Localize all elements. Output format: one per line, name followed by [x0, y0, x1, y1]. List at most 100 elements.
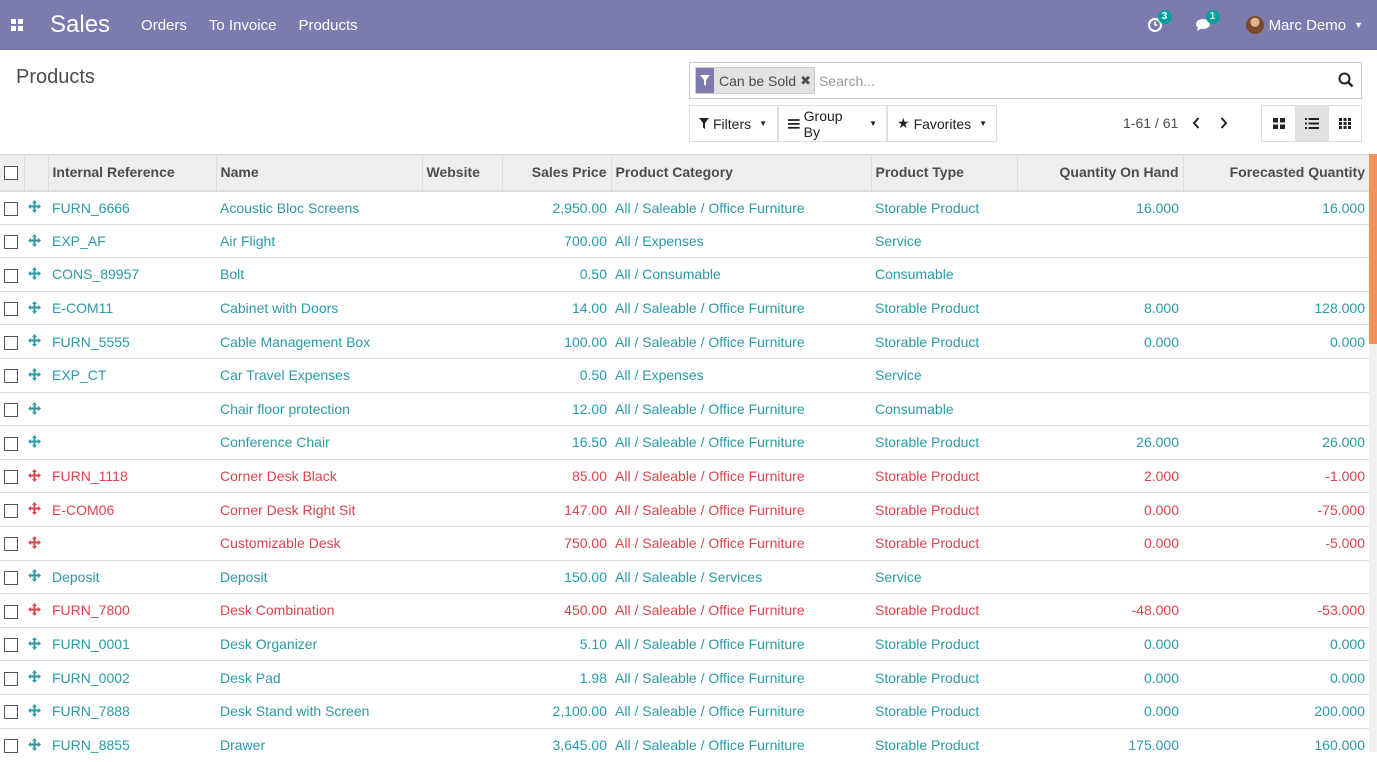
table-row[interactable]: E-COM06 Corner Desk Right Sit 147.00 All / …	[0, 492, 1369, 527]
cell-product-category[interactable]: All / Saleable / Office Furniture	[611, 728, 871, 762]
drag-handle-icon[interactable]	[28, 267, 41, 283]
cell-product-name[interactable]: Corner Desk Black	[216, 459, 422, 493]
cell-product-type[interactable]: Storable Product	[871, 594, 1017, 628]
cell-product-name[interactable]: Corner Desk Right Sit	[216, 493, 422, 527]
cell-product-category[interactable]: All / Saleable / Office Furniture	[611, 459, 871, 493]
cell-quantity-on-hand[interactable]	[1017, 392, 1183, 426]
row-checkbox[interactable]	[4, 671, 18, 686]
cell-forecasted-quantity[interactable]: 16.000	[1183, 191, 1369, 225]
cell-quantity-on-hand[interactable]: 175.000	[1017, 728, 1183, 762]
row-checkbox[interactable]	[4, 302, 18, 317]
messaging-button[interactable]: 1	[1195, 10, 1220, 32]
cell-sales-price[interactable]: 16.50	[502, 426, 611, 460]
drag-handle-icon[interactable]	[28, 468, 41, 485]
drag-handle-icon[interactable]	[28, 737, 41, 754]
app-brand[interactable]: Sales	[50, 11, 110, 39]
cell-website[interactable]	[422, 526, 502, 560]
cell-product-category[interactable]: All / Saleable / Office Furniture	[611, 694, 871, 728]
cell-internal-reference[interactable]: CONS_89957	[48, 258, 216, 292]
cell-forecasted-quantity[interactable]	[1183, 224, 1369, 258]
cell-internal-reference[interactable]: FURN_0002	[48, 661, 216, 695]
activity-button[interactable]: 3	[1147, 10, 1172, 32]
table-row[interactable]: FURN_0002 Desk Pad 1.98 All / Saleable / Of…	[0, 660, 1369, 695]
drag-handle-icon[interactable]	[28, 603, 41, 619]
cell-website[interactable]	[422, 358, 502, 392]
cell-website[interactable]	[422, 594, 502, 628]
cell-website[interactable]	[422, 627, 502, 661]
row-checkbox[interactable]	[4, 335, 18, 350]
cell-internal-reference[interactable]: FURN_0001	[48, 627, 216, 661]
search-input[interactable]	[816, 66, 1317, 95]
cell-quantity-on-hand[interactable]: 0.000	[1017, 325, 1183, 359]
cell-product-category[interactable]: All / Saleable / Office Furniture	[611, 191, 871, 225]
row-checkbox[interactable]	[4, 436, 18, 451]
cell-internal-reference[interactable]: FURN_8855	[48, 728, 216, 762]
row-checkbox[interactable]	[4, 268, 18, 283]
cell-internal-reference[interactable]	[48, 426, 216, 460]
cell-quantity-on-hand[interactable]	[1017, 224, 1183, 258]
cell-product-type[interactable]: Storable Product	[871, 459, 1017, 493]
table-row[interactable]: Chair floor protection 12.00 All / Saleabl…	[0, 392, 1369, 426]
cell-sales-price[interactable]: 2,100.00	[502, 694, 611, 728]
row-checkbox[interactable]	[4, 503, 18, 518]
cell-website[interactable]	[422, 560, 502, 594]
cell-forecasted-quantity[interactable]: 0.000	[1183, 325, 1369, 359]
cell-product-category[interactable]: All / Saleable / Office Furniture	[611, 426, 871, 460]
table-row[interactable]: CONS_89957 Bolt 0.50 All / Consumable Consum…	[0, 257, 1369, 292]
table-row[interactable]: Deposit Deposit 150.00 All / Saleable / Ser…	[0, 560, 1369, 594]
pager-next-icon[interactable]	[1220, 117, 1228, 129]
cell-sales-price[interactable]: 450.00	[502, 594, 611, 628]
cell-sales-price[interactable]: 2,950.00	[502, 191, 611, 225]
scrollbar-thumb[interactable]	[1369, 154, 1377, 344]
table-row[interactable]: Conference Chair 16.50 All / Saleable / Of…	[0, 425, 1369, 460]
cell-quantity-on-hand[interactable]: 0.000	[1017, 694, 1183, 728]
cell-internal-reference[interactable]	[48, 392, 216, 426]
cell-product-category[interactable]: All / Saleable / Office Furniture	[611, 661, 871, 695]
row-checkbox[interactable]	[4, 369, 18, 384]
cell-product-category[interactable]: All / Saleable / Office Furniture	[611, 325, 871, 359]
table-row[interactable]: FURN_7800 Desk Combination 450.00 All / Sal…	[0, 593, 1369, 628]
cell-website[interactable]	[422, 325, 502, 359]
cell-product-type[interactable]: Storable Product	[871, 493, 1017, 527]
cell-website[interactable]	[422, 392, 502, 426]
cell-product-type[interactable]: Storable Product	[871, 325, 1017, 359]
table-row[interactable]: FURN_1118 Corner Desk Black 85.00 All / Sal…	[0, 459, 1369, 493]
column-header-quantity-on-hand[interactable]: Quantity On Hand	[1016, 154, 1183, 192]
drag-handle-icon[interactable]	[28, 367, 41, 384]
cell-product-category[interactable]: All / Saleable / Office Furniture	[611, 291, 871, 325]
cell-product-type[interactable]: Storable Product	[871, 694, 1017, 728]
cell-product-type[interactable]: Consumable	[871, 392, 1017, 426]
cell-product-category[interactable]: All / Saleable / Office Furniture	[611, 392, 871, 426]
cell-product-type[interactable]: Storable Product	[871, 426, 1017, 460]
cell-quantity-on-hand[interactable]: 0.000	[1017, 661, 1183, 695]
cell-sales-price[interactable]: 0.50	[502, 358, 611, 392]
grid-view-icon[interactable]	[1328, 106, 1361, 141]
cell-product-category[interactable]: All / Saleable / Office Furniture	[611, 493, 871, 527]
row-checkbox[interactable]	[4, 638, 18, 653]
cell-product-category[interactable]: All / Expenses	[611, 358, 871, 392]
cell-forecasted-quantity[interactable]: 26.000	[1183, 426, 1369, 460]
groupby-button[interactable]: Group By ▼	[778, 105, 887, 142]
pager-previous-icon[interactable]	[1192, 117, 1200, 129]
cell-quantity-on-hand[interactable]	[1017, 358, 1183, 392]
cell-product-name[interactable]: Cabinet with Doors	[216, 291, 422, 325]
cell-website[interactable]	[422, 493, 502, 527]
drag-handle-icon[interactable]	[28, 502, 41, 518]
cell-website[interactable]	[422, 728, 502, 762]
cell-quantity-on-hand[interactable]: 26.000	[1017, 426, 1183, 460]
cell-sales-price[interactable]: 12.00	[502, 392, 611, 426]
cell-quantity-on-hand[interactable]: 8.000	[1017, 291, 1183, 325]
cell-internal-reference[interactable]: EXP_CT	[48, 358, 216, 392]
cell-internal-reference[interactable]: FURN_6666	[48, 191, 216, 225]
table-row[interactable]: E-COM11 Cabinet with Doors 14.00 All / Sale…	[0, 291, 1369, 325]
cell-internal-reference[interactable]: FURN_7800	[48, 594, 216, 628]
cell-sales-price[interactable]: 3,645.00	[502, 728, 611, 762]
select-all-checkbox[interactable]	[4, 166, 18, 181]
cell-internal-reference[interactable]: Deposit	[48, 560, 216, 594]
cell-internal-reference[interactable]: FURN_1118	[48, 459, 216, 493]
cell-product-category[interactable]: All / Saleable / Office Furniture	[611, 526, 871, 560]
cell-sales-price[interactable]: 150.00	[502, 560, 611, 594]
cell-product-name[interactable]: Bolt	[216, 258, 422, 292]
cell-product-name[interactable]: Chair floor protection	[216, 392, 422, 426]
scrollbar[interactable]	[1369, 154, 1377, 752]
